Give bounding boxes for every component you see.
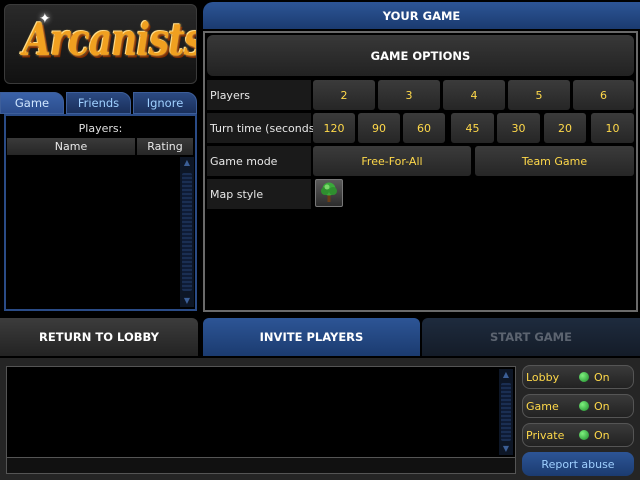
return-to-lobby-button[interactable]: RETURN TO LOBBY	[0, 318, 198, 356]
channel-toggle-private[interactable]: Private On	[522, 423, 634, 447]
logo-panel: Arcanists ✦	[4, 4, 197, 84]
channel-state: On	[594, 400, 610, 413]
game-mode-team-game[interactable]: Team Game	[475, 146, 634, 176]
tab-game[interactable]: Game	[0, 92, 64, 114]
game-options-title: GAME OPTIONS	[207, 35, 634, 76]
chat-log: ▲ ▼	[6, 366, 516, 474]
scrollbar-thumb[interactable]	[501, 383, 511, 441]
scroll-down-icon[interactable]: ▼	[180, 295, 194, 307]
players-option-4[interactable]: 4	[443, 80, 505, 110]
game-mode-free-for-all[interactable]: Free-For-All	[313, 146, 471, 176]
players-label: Players	[207, 80, 311, 110]
game-mode-label: Game mode	[207, 146, 311, 176]
channel-state: On	[594, 429, 610, 442]
game-options-panel: GAME OPTIONS Players 2 3 4 5 6 Turn time…	[203, 31, 638, 312]
chat-scrollbar[interactable]: ▲ ▼	[499, 369, 513, 455]
turn-time-option-10[interactable]: 10	[591, 113, 634, 143]
tab-ignore[interactable]: Ignore	[133, 92, 197, 114]
turn-time-option-45[interactable]: 45	[451, 113, 494, 143]
scroll-up-icon[interactable]: ▲	[180, 157, 194, 169]
channel-label: Game	[526, 400, 559, 413]
your-game-header: YOUR GAME	[203, 2, 640, 29]
map-style-button[interactable]	[315, 179, 343, 207]
turn-time-option-120[interactable]: 120	[313, 113, 355, 143]
tree-icon	[319, 181, 339, 206]
status-on-icon	[579, 372, 589, 382]
status-on-icon	[579, 401, 589, 411]
scroll-up-icon[interactable]: ▲	[499, 369, 513, 381]
players-scrollbar[interactable]: ▲ ▼	[180, 157, 194, 307]
players-option-6[interactable]: 6	[573, 80, 634, 110]
tab-friends[interactable]: Friends	[66, 92, 131, 114]
turn-time-option-60[interactable]: 60	[403, 113, 445, 143]
channel-label: Private	[526, 429, 565, 442]
scroll-down-icon[interactable]: ▼	[499, 443, 513, 455]
turn-time-option-20[interactable]: 20	[544, 113, 586, 143]
scrollbar-thumb[interactable]	[182, 173, 192, 291]
start-game-button[interactable]: START GAME	[422, 318, 640, 356]
turn-time-label: Turn time (seconds)	[207, 113, 319, 143]
players-caption: Players:	[78, 122, 123, 135]
players-option-2[interactable]: 2	[313, 80, 375, 110]
status-on-icon	[579, 430, 589, 440]
turn-time-option-90[interactable]: 90	[358, 113, 400, 143]
map-style-label: Map style	[207, 179, 311, 209]
channel-toggle-game[interactable]: Game On	[522, 394, 634, 418]
column-header-rating[interactable]: Rating	[137, 138, 193, 155]
column-header-name[interactable]: Name	[7, 138, 135, 155]
players-list-panel: Players: Name Rating ▲ ▼	[4, 114, 197, 311]
channel-toggle-lobby[interactable]: Lobby On	[522, 365, 634, 389]
channel-state: On	[594, 371, 610, 384]
turn-time-option-30[interactable]: 30	[497, 113, 540, 143]
channel-label: Lobby	[526, 371, 560, 384]
players-option-5[interactable]: 5	[508, 80, 570, 110]
sparkle-icon: ✦	[39, 11, 51, 27]
chat-input[interactable]	[7, 457, 515, 473]
players-option-3[interactable]: 3	[378, 80, 440, 110]
report-abuse-button[interactable]: Report abuse	[522, 452, 634, 476]
invite-players-button[interactable]: INVITE PLAYERS	[203, 318, 420, 356]
